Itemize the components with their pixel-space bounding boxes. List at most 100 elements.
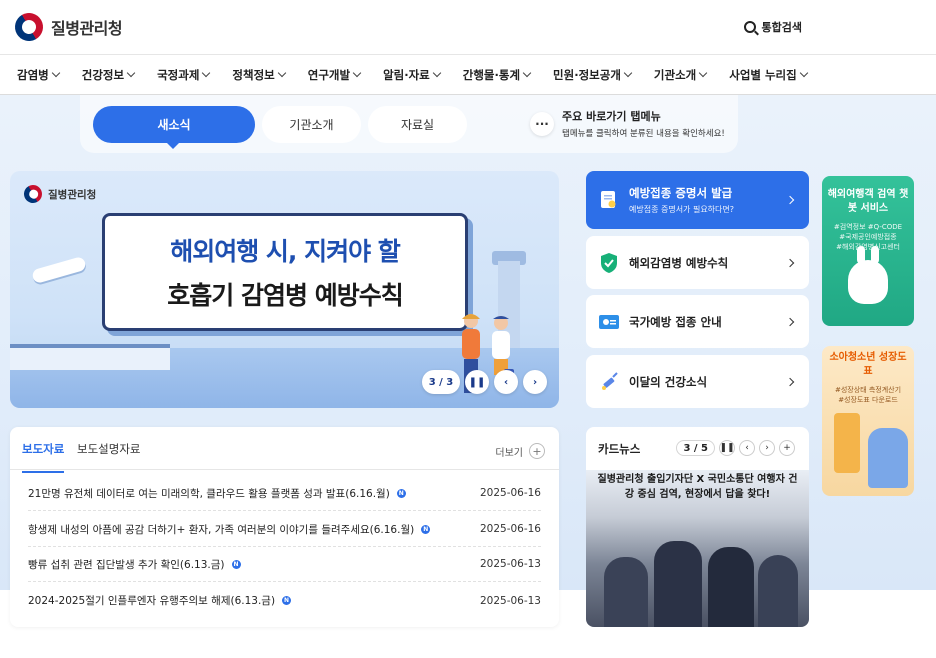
ad-tag: #국제공인예방접종 — [839, 233, 897, 241]
press-release-panel: 보도자료 보도설명자료 더보기 + 21만명 유전체 데이터로 여는 미래의학,… — [10, 427, 559, 627]
syringe-icon — [598, 371, 620, 393]
chevron-down-icon — [277, 68, 286, 78]
unified-search-button[interactable]: 통합검색 — [743, 19, 802, 35]
news-row[interactable]: 21만명 유전체 데이터로 여는 미래의학, 클라우드 활용 플랫폼 성과 발표… — [28, 476, 541, 511]
gnb-item-civil-service[interactable]: 민원·정보공개 — [553, 67, 633, 83]
gnb-item-health-info[interactable]: 건강정보 — [81, 67, 136, 83]
people-photo-illustration — [598, 531, 798, 627]
logo-text: 질병관리청 — [51, 19, 123, 38]
next-button[interactable]: › — [759, 440, 775, 456]
site-header: 질병관리청 통합검색 — [0, 0, 936, 55]
national-vaccination-card[interactable]: 국가예방 접종 안내 — [586, 295, 809, 348]
gnb-item-research[interactable]: 연구개발 — [307, 67, 362, 83]
active-tab-pointer — [166, 142, 180, 149]
tab-about[interactable]: 기관소개 — [262, 106, 361, 143]
banner-headline-card: 해외여행 시, 지켜야 할 호흡기 감염병 예방수칙 — [102, 213, 468, 331]
ad-tag: #검역정보 #Q-CODE — [833, 223, 903, 231]
gnb-item-policy-info[interactable]: 정책정보 — [232, 67, 286, 83]
chevron-down-icon — [432, 68, 442, 78]
gnb-label: 사업별 누리집 — [729, 67, 797, 82]
news-title: 항생제 내성의 아픔에 공감 더하기+ 환자, 가족 여러분의 이야기를 들려주… — [28, 523, 415, 536]
banner-pager: 3 / 3 ❚❚ ‹ › — [422, 370, 547, 394]
card-sublabel: 예방접종 증명서가 필요하다면? — [629, 205, 735, 214]
new-badge-icon: N — [282, 596, 292, 605]
ad-tag: #성장도표 다운로드 — [838, 396, 898, 404]
ad-tags: #검역정보 #Q-CODE #국제공인예방접종 #해외감염병신고센터 — [822, 222, 914, 252]
search-label: 통합검색 — [761, 21, 802, 34]
card-news-image[interactable]: 질병관리청 출입기자단 X 국민소통단 여행자 건강 중심 검역, 현장에서 답… — [586, 470, 809, 627]
banner-headline-2: 호흡기 감염병 예방수칙 — [167, 281, 403, 310]
vaccination-certificate-card[interactable]: 예방접종 증명서 발급 예방접종 증명서가 필요하다면? — [586, 171, 809, 229]
card-label: 예방접종 증명서 발급 — [629, 186, 733, 200]
tab-news[interactable]: 새소식 — [93, 106, 255, 143]
card-news-controls: 3 / 5 ❚❚ ‹ › + — [676, 440, 795, 456]
chevron-down-icon — [799, 68, 808, 78]
gnb-item-about[interactable]: 기관소개 — [654, 67, 708, 83]
monthly-health-news-card[interactable]: 이달의 건강소식 — [586, 355, 809, 408]
pause-button[interactable]: ❚❚ — [719, 440, 735, 456]
chevron-right-icon — [785, 258, 795, 267]
quarantine-chatbot-banner[interactable]: 해외여행객 검역 챗봇 서비스 #검역정보 #Q-CODE #국제공인예방접종 … — [822, 176, 914, 326]
prev-button[interactable]: ‹ — [739, 440, 755, 456]
site-logo[interactable]: 질병관리청 — [9, 7, 123, 47]
banner-org: 질병관리청 — [48, 188, 97, 201]
card-label: 이달의 건강소식 — [629, 374, 708, 389]
shield-check-icon — [598, 252, 620, 274]
card-label: 국가예방 접종 안내 — [629, 314, 722, 329]
news-row[interactable]: 2024-2025절기 인플루엔자 유행주의보 해제(6.13.금) N 202… — [28, 583, 541, 618]
chevron-down-icon — [202, 68, 211, 78]
news-date: 2025-06-13 — [479, 594, 541, 607]
gnb-label: 알림·자료 — [383, 67, 430, 82]
airplane-illustration — [31, 255, 87, 285]
pause-button[interactable]: ❚❚ — [465, 370, 489, 394]
growth-chart-banner[interactable]: 소아청소년 성장도표 #성장상태 측정계산기 #성장도표 다운로드 — [822, 346, 914, 496]
gnb-label: 국정과제 — [157, 67, 200, 82]
tab-press-release[interactable]: 보도자료 — [22, 441, 65, 473]
card-news-headline: 질병관리청 출입기자단 X 국민소통단 여행자 건강 중심 검역, 현장에서 답… — [597, 474, 798, 500]
tab-press-explanation[interactable]: 보도설명자료 — [77, 441, 140, 457]
news-row[interactable]: 빵류 섭취 관련 집단발생 추가 확인(6.13.금) N 2025-06-13 — [28, 547, 541, 582]
terminal-illustration — [10, 344, 170, 370]
quick-menu-hint: ··· 주요 바로가기 탭메뉴 탭메뉴를 클릭하여 분류된 내용을 확인하세요! — [530, 108, 725, 139]
plus-icon[interactable]: + — [779, 440, 795, 456]
bunny-mascot-illustration — [848, 246, 888, 304]
ad-tag: #성장상태 측정계산기 — [834, 386, 902, 394]
card-news-page-indicator: 3 / 5 — [676, 440, 715, 456]
global-nav: 감염병 건강정보 국정과제 정책정보 연구개발 알림·자료 간행물·통계 민원·… — [0, 55, 936, 95]
new-badge-icon: N — [231, 559, 241, 569]
chevron-right-icon — [785, 377, 795, 386]
gnb-item-national-tasks[interactable]: 국정과제 — [157, 67, 211, 83]
prev-button[interactable]: ‹ — [494, 370, 518, 394]
news-title: 21만명 유전체 데이터로 여는 미래의학, 클라우드 활용 플랫폼 성과 발표… — [28, 487, 390, 500]
next-button[interactable]: › — [523, 370, 547, 394]
gnb-item-publications[interactable]: 간행물·통계 — [462, 67, 532, 83]
chevron-down-icon — [522, 68, 532, 78]
banner-page-indicator: 3 / 3 — [422, 370, 460, 394]
gnb-item-infectious-disease[interactable]: 감염병 — [17, 67, 60, 83]
gnb-label: 정책정보 — [232, 67, 275, 82]
news-date: 2025-06-13 — [479, 558, 541, 570]
more-button[interactable]: 더보기 + — [495, 443, 545, 459]
gnb-label: 연구개발 — [307, 67, 351, 82]
gnb-label: 간행물·통계 — [462, 67, 521, 82]
news-tabs: 보도자료 보도설명자료 더보기 + — [10, 427, 559, 473]
chevron-down-icon — [51, 68, 60, 78]
gnb-item-notices[interactable]: 알림·자료 — [383, 67, 442, 83]
news-row[interactable]: 항생제 내성의 아픔에 공감 더하기+ 환자, 가족 여러분의 이야기를 들려주… — [28, 512, 541, 547]
chevron-down-icon — [698, 68, 708, 78]
new-badge-icon: N — [396, 488, 406, 498]
search-icon — [743, 21, 756, 33]
chevron-down-icon — [352, 68, 362, 78]
more-dots-icon[interactable]: ··· — [530, 111, 554, 136]
main-banner[interactable]: 질병관리청 해외여행 시, 지켜야 할 호흡기 감염병 예방수칙 3 / 3 ❚… — [10, 171, 559, 408]
gnb-label: 민원·정보공개 — [553, 67, 621, 82]
card-label: 해외감염병 예방수칙 — [629, 255, 729, 270]
overseas-disease-prevention-card[interactable]: 해외감염병 예방수칙 — [586, 236, 809, 289]
ad-title: 소아청소년 성장도표 — [829, 352, 907, 377]
card-news-title: 카드뉴스 — [598, 442, 641, 456]
gnb-item-program-sites[interactable]: 사업별 누리집 — [729, 67, 808, 83]
tab-library[interactable]: 자료실 — [368, 106, 467, 143]
gnb-label: 건강정보 — [81, 67, 125, 82]
certificate-icon — [598, 189, 620, 211]
id-card-icon — [598, 311, 620, 333]
